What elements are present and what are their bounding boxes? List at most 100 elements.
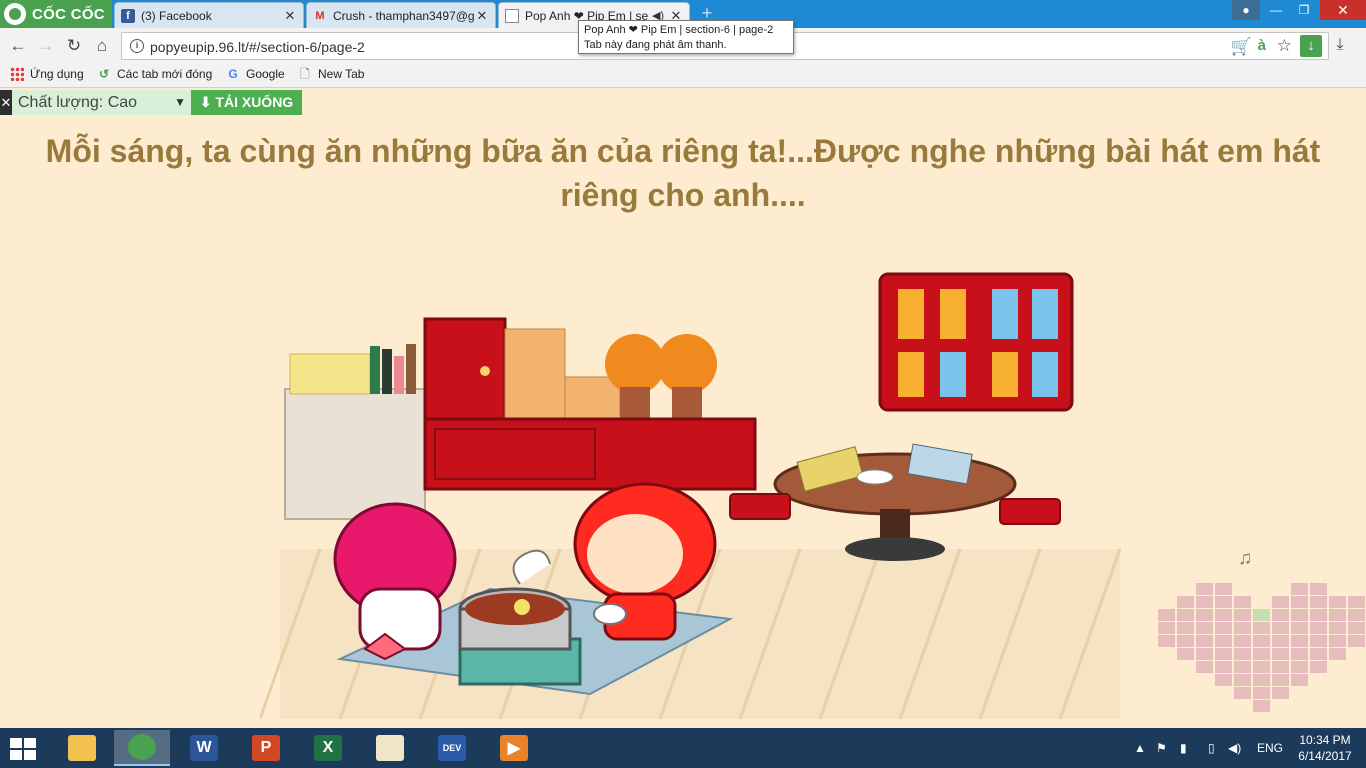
- user-profile-icon[interactable]: ●: [1232, 0, 1260, 20]
- heart-cell: [1234, 648, 1251, 660]
- plant-right: [657, 334, 717, 394]
- close-quality-bar-icon[interactable]: ✕: [0, 90, 12, 115]
- heart-cell: [1310, 609, 1327, 621]
- heart-cell: [1253, 609, 1270, 621]
- heart-cell: [1291, 583, 1308, 595]
- reload-button[interactable]: ↻: [64, 36, 84, 56]
- show-hidden-icons[interactable]: ▲: [1134, 728, 1146, 768]
- heart-cell: [1215, 609, 1232, 621]
- info-icon[interactable]: i: [130, 39, 144, 53]
- chair-left: [729, 493, 791, 520]
- heart-cell: [1310, 622, 1327, 634]
- tooltip-title: Pop Anh ❤ Pip Em | section-6 | page-2: [584, 24, 774, 36]
- shopping-cart-icon[interactable]: 🛒: [1231, 37, 1252, 57]
- tab-facebook[interactable]: f (3) Facebook ✕: [114, 2, 304, 28]
- word-icon[interactable]: W: [176, 730, 232, 766]
- google-icon: G: [228, 67, 238, 81]
- excel-icon[interactable]: X: [300, 730, 356, 766]
- vietnamese-input-icon[interactable]: à: [1258, 37, 1266, 54]
- heart-cell: [1272, 687, 1289, 699]
- heart-cell: [1215, 648, 1232, 660]
- heart-cell: [1348, 609, 1365, 621]
- heart-cell: [1253, 687, 1270, 699]
- heart-cell: [1272, 635, 1289, 647]
- battery-icon[interactable]: ▯: [1208, 728, 1215, 768]
- forward-button[interactable]: →: [36, 36, 56, 56]
- red-cabinet: [423, 317, 507, 421]
- file-explorer-icon[interactable]: [54, 730, 110, 766]
- heart-cell: [1329, 622, 1346, 634]
- heart-cell: [1329, 635, 1346, 647]
- heart-cell: [1348, 596, 1365, 608]
- plant-left: [605, 334, 665, 394]
- heart-cell: [1215, 674, 1232, 686]
- coccoc-logo-icon: [4, 3, 26, 25]
- page-heading: Mỗi sáng, ta cùng ăn những bữa ăn của ri…: [45, 133, 1321, 213]
- quality-select[interactable]: Chất lượng: Cao ▼: [12, 90, 191, 115]
- heart-cell: [1158, 635, 1175, 647]
- downloads-icon[interactable]: ⤓: [1330, 36, 1350, 54]
- heart-cell: [1291, 635, 1308, 647]
- paint-icon[interactable]: [362, 730, 418, 766]
- heart-cell: [1310, 583, 1327, 595]
- heart-cell: [1196, 596, 1213, 608]
- heart-cell: [1272, 661, 1289, 673]
- history-icon: ↺: [98, 67, 110, 81]
- heart-cell: [1234, 674, 1251, 686]
- heart-cell: [1291, 648, 1308, 660]
- tab-gmail[interactable]: M Crush - thamphan3497@g ✕: [306, 2, 496, 28]
- heart-cell: [1196, 635, 1213, 647]
- heart-cell: [1177, 596, 1194, 608]
- heart-cell: [1177, 622, 1194, 634]
- bookmark-star-icon[interactable]: ☆: [1277, 36, 1292, 56]
- bookmark-new-tab[interactable]: 🗋 New Tab: [298, 67, 364, 81]
- media-player-icon[interactable]: ▶: [486, 730, 542, 766]
- heart-cell: [1329, 596, 1346, 608]
- tooltip-status: Tab này đang phát âm thanh.: [584, 39, 727, 51]
- heart-cell: [1329, 609, 1346, 621]
- system-clock[interactable]: 10:34 PM 6/14/2017: [1290, 732, 1360, 764]
- minimize-button[interactable]: —: [1262, 0, 1290, 20]
- windows-start-button[interactable]: [10, 738, 38, 760]
- bookmarks-bar: Ứng dụng ↺ Các tab mới đóng G Google 🗋 N…: [0, 64, 1366, 88]
- download-button[interactable]: ⬇ TẢI XUỐNG: [191, 90, 302, 115]
- tab-title: Crush - thamphan3497@g: [333, 8, 475, 23]
- heart-cell: [1234, 622, 1251, 634]
- bookmark-label: New Tab: [318, 67, 365, 81]
- back-button[interactable]: ←: [8, 36, 28, 56]
- heart-cell: [1234, 661, 1251, 673]
- bookmark-apps[interactable]: Ứng dụng: [10, 67, 84, 81]
- page-content: ✕ Chất lượng: Cao ▼ ⬇ TẢI XUỐNG Mỗi sáng…: [0, 89, 1366, 728]
- close-window-button[interactable]: ✕: [1320, 0, 1366, 20]
- bookmark-label: Ứng dụng: [30, 67, 84, 81]
- flag-icon[interactable]: ⚑: [1156, 728, 1167, 768]
- network-icon[interactable]: ▮: [1180, 728, 1187, 768]
- heart-cell: [1253, 635, 1270, 647]
- heart-cell: [1196, 622, 1213, 634]
- heart-cell: [1291, 661, 1308, 673]
- heart-cell: [1253, 661, 1270, 673]
- bookmark-recent-tabs[interactable]: ↺ Các tab mới đóng: [97, 67, 212, 81]
- dev-cpp-icon[interactable]: DEV: [424, 730, 480, 766]
- url-text[interactable]: popyeupip.96.lt/#/section-6/page-2: [150, 39, 365, 55]
- close-icon[interactable]: ✕: [475, 8, 489, 24]
- coccoc-browser-icon[interactable]: [114, 730, 170, 766]
- powerpoint-icon[interactable]: P: [238, 730, 294, 766]
- download-label: TẢI XUỐNG: [215, 94, 294, 110]
- heart-cell: [1196, 609, 1213, 621]
- heart-cell: [1272, 648, 1289, 660]
- restore-button[interactable]: ❐: [1290, 0, 1318, 20]
- heart-cell: [1196, 661, 1213, 673]
- heart-cell: [1329, 648, 1346, 660]
- heart-cell: [1196, 648, 1213, 660]
- coccoc-menu-button[interactable]: CỐC CỐC: [0, 0, 112, 28]
- media-download-icon[interactable]: ↓: [1300, 35, 1322, 57]
- home-button[interactable]: ⌂: [92, 36, 112, 56]
- music-note-icon[interactable]: ♫: [1238, 548, 1252, 570]
- bookmark-google[interactable]: G Google: [226, 67, 284, 81]
- heart-cell: [1348, 622, 1365, 634]
- heart-cell: [1310, 661, 1327, 673]
- volume-icon[interactable]: ◀): [1228, 728, 1241, 768]
- close-icon[interactable]: ✕: [283, 8, 297, 24]
- input-language[interactable]: ENG: [1257, 728, 1283, 768]
